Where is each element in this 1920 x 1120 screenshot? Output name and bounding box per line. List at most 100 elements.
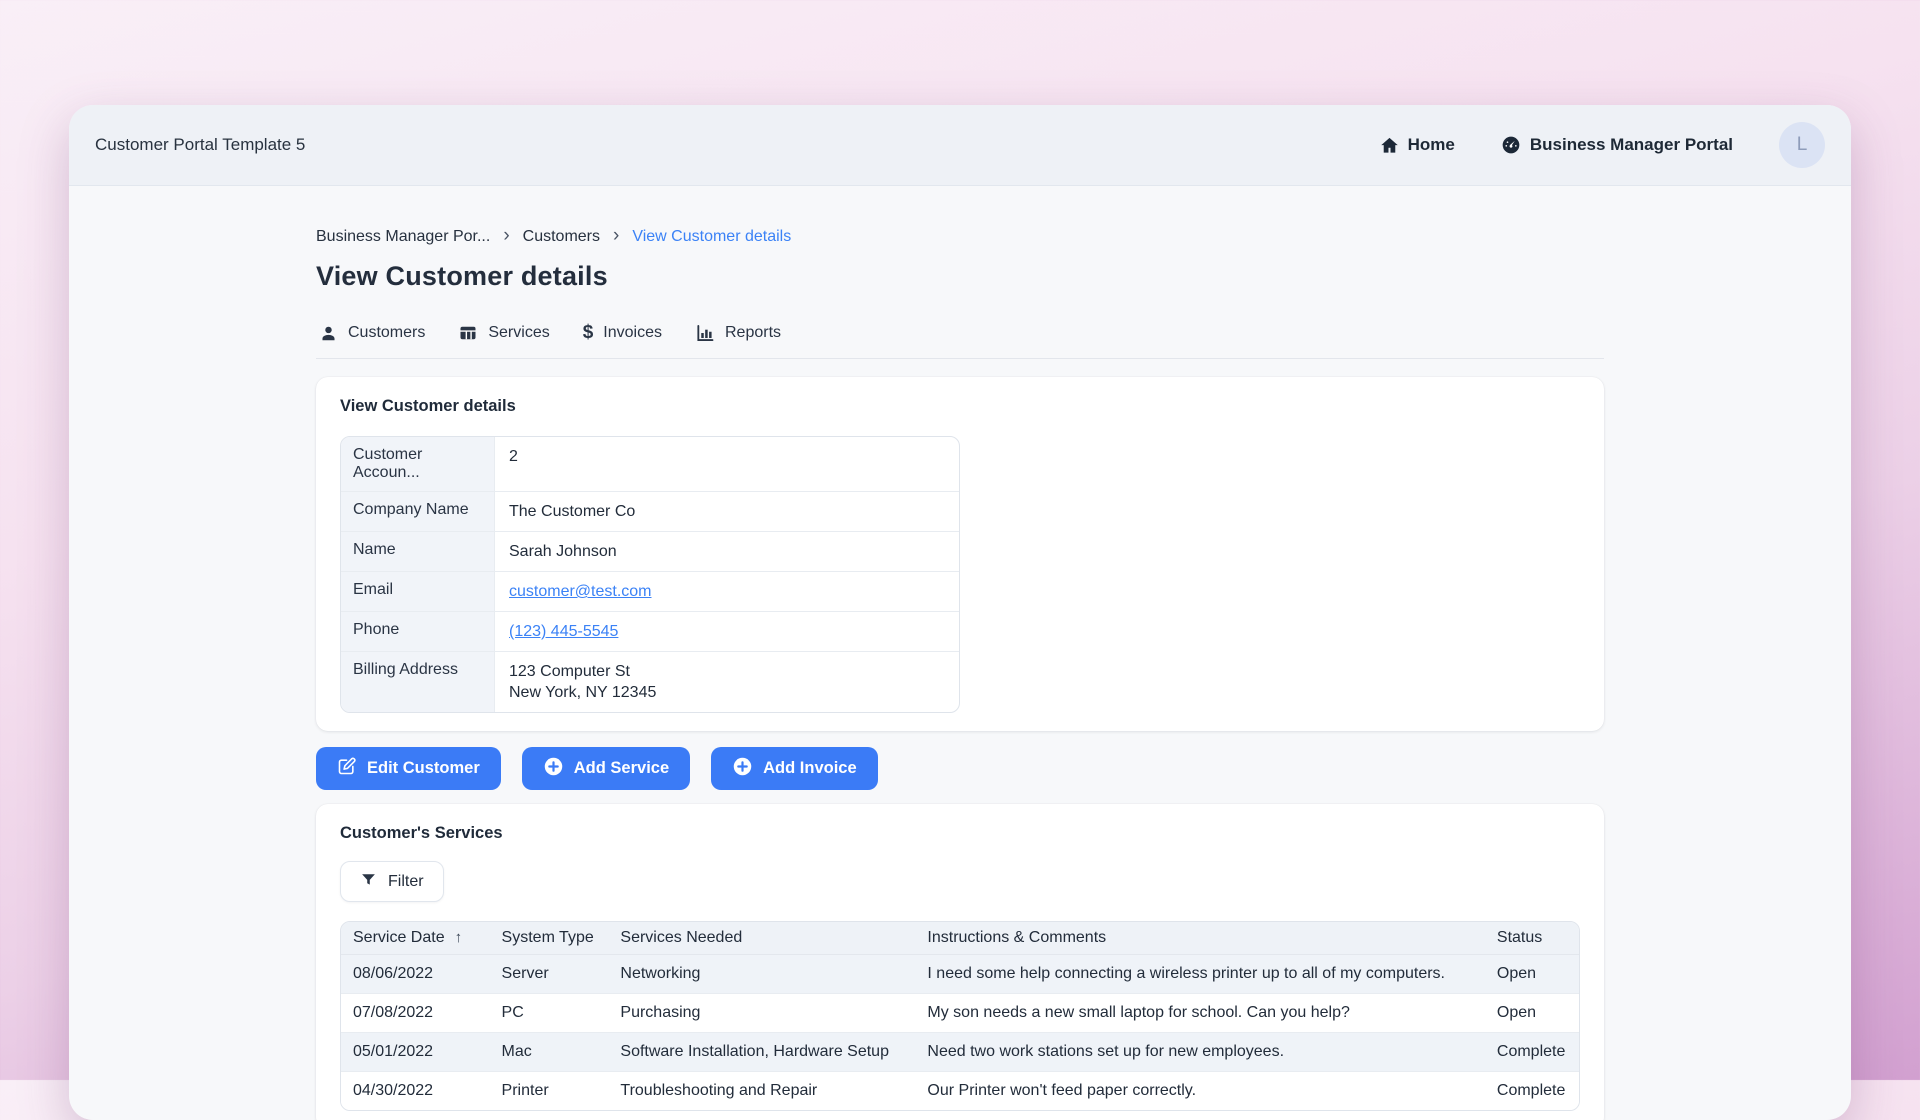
details-value: 2 (495, 437, 959, 491)
service-cell: Need two work stations set up for new em… (915, 1032, 1484, 1071)
details-row: Billing Address 123 Computer StNew York,… (341, 652, 959, 712)
details-label: Email (341, 572, 495, 611)
details-label: Phone (341, 612, 495, 651)
filter-button-label: Filter (388, 873, 424, 891)
nav-home-label: Home (1408, 135, 1455, 155)
details-row: Customer Accoun... 2 (341, 437, 959, 492)
service-cell: Troubleshooting and Repair (608, 1071, 915, 1110)
add-service-label: Add Service (574, 759, 669, 778)
details-value: (123) 445-5545 (495, 612, 959, 651)
details-value: customer@test.com (495, 572, 959, 611)
tab-reports-label: Reports (725, 324, 781, 342)
details-row: Name Sarah Johnson (341, 532, 959, 572)
plus-circle-icon (543, 756, 564, 782)
nav-home[interactable]: Home (1380, 135, 1455, 155)
edit-customer-button[interactable]: Edit Customer (316, 747, 501, 790)
customer-services-card-title: Customer's Services (340, 824, 1580, 843)
tab-customers[interactable]: Customers (316, 314, 428, 358)
customer-services-card: Customer's Services Filter Service Date↑… (316, 804, 1604, 1120)
app-title: Customer Portal Template 5 (95, 135, 305, 155)
app-header: Customer Portal Template 5 Home Business… (69, 105, 1851, 186)
add-service-button[interactable]: Add Service (522, 747, 690, 790)
service-cell: PC (490, 993, 609, 1032)
avatar[interactable]: L (1779, 122, 1825, 168)
tab-services-label: Services (488, 324, 549, 342)
service-cell: Complete (1485, 1032, 1579, 1071)
home-icon (1380, 136, 1399, 155)
app-window: Customer Portal Template 5 Home Business… (69, 105, 1851, 1120)
email-link[interactable]: customer@test.com (509, 583, 652, 600)
details-value: 123 Computer StNew York, NY 12345 (495, 652, 959, 712)
tab-customers-label: Customers (348, 324, 425, 342)
gauge-icon (1501, 135, 1521, 155)
column-header[interactable]: Instructions & Comments (915, 922, 1484, 954)
customer-details-card-title: View Customer details (340, 397, 1580, 416)
details-label: Billing Address (341, 652, 495, 712)
details-row: Company Name The Customer Co (341, 492, 959, 532)
avatar-initial: L (1797, 134, 1808, 156)
add-invoice-label: Add Invoice (763, 759, 857, 778)
main-content: Business Manager Por... › Customers › View C… (316, 186, 1604, 1120)
column-header[interactable]: Service Date↑ (341, 922, 490, 954)
service-cell: Software Installation, Hardware Setup (608, 1032, 915, 1071)
service-cell: Server (490, 954, 609, 993)
services-table-header-row: Service Date↑System TypeServices NeededI… (341, 922, 1579, 954)
column-header[interactable]: Status (1485, 922, 1579, 954)
service-cell: 07/08/2022 (341, 993, 490, 1032)
breadcrumb-item[interactable]: Business Manager Por... (316, 228, 490, 246)
breadcrumb-separator-icon: › (613, 226, 619, 247)
services-table-body: 08/06/2022ServerNetworkingI need some he… (341, 954, 1579, 1110)
add-invoice-button[interactable]: Add Invoice (711, 747, 878, 790)
action-buttons: Edit Customer Add Service Add Invoice (316, 747, 1604, 790)
breadcrumb: Business Manager Por... › Customers › View C… (316, 226, 1604, 247)
service-cell: 04/30/2022 (341, 1071, 490, 1110)
dollar-icon: $ (583, 322, 594, 344)
breadcrumb-item[interactable]: Customers (523, 228, 600, 246)
column-header[interactable]: System Type (490, 922, 609, 954)
details-row: Phone (123) 445-5545 (341, 612, 959, 652)
edit-customer-label: Edit Customer (367, 759, 480, 778)
services-table-wrap: Service Date↑System TypeServices NeededI… (340, 921, 1580, 1111)
service-row[interactable]: 04/30/2022PrinterTroubleshooting and Rep… (341, 1071, 1579, 1110)
phone-link[interactable]: (123) 445-5545 (509, 623, 618, 640)
service-row[interactable]: 07/08/2022PCPurchasingMy son needs a new… (341, 993, 1579, 1032)
tab-bar: Customers Services $ Invoices Reports (316, 314, 1604, 359)
service-cell: My son needs a new small laptop for scho… (915, 993, 1484, 1032)
service-cell: Our Printer won't feed paper correctly. (915, 1071, 1484, 1110)
nav-business-manager-portal-label: Business Manager Portal (1530, 135, 1733, 155)
sort-asc-icon: ↑ (455, 929, 463, 946)
breadcrumb-separator-icon: › (503, 226, 509, 247)
service-cell: 05/01/2022 (341, 1032, 490, 1071)
details-row: Email customer@test.com (341, 572, 959, 612)
service-cell: Complete (1485, 1071, 1579, 1110)
services-table: Service Date↑System TypeServices NeededI… (341, 922, 1579, 1110)
details-value: Sarah Johnson (495, 532, 959, 571)
service-cell: Open (1485, 993, 1579, 1032)
table-icon (458, 323, 478, 343)
nav-business-manager-portal[interactable]: Business Manager Portal (1501, 135, 1733, 155)
details-label: Company Name (341, 492, 495, 531)
tab-services[interactable]: Services (455, 314, 552, 358)
tab-invoices[interactable]: $ Invoices (580, 314, 665, 358)
service-cell: I need some help connecting a wireless p… (915, 954, 1484, 993)
header-nav: Home Business Manager Portal L (1380, 122, 1825, 168)
service-cell: Printer (490, 1071, 609, 1110)
service-cell: Mac (490, 1032, 609, 1071)
tab-reports[interactable]: Reports (692, 314, 784, 358)
service-cell: Open (1485, 954, 1579, 993)
page-title: View Customer details (316, 261, 1604, 292)
breadcrumb-item[interactable]: View Customer details (632, 228, 791, 246)
filter-button[interactable]: Filter (340, 861, 444, 902)
service-cell: Purchasing (608, 993, 915, 1032)
person-icon (319, 324, 338, 343)
customer-details-table: Customer Accoun... 2 Company Name The Cu… (340, 436, 960, 713)
tab-invoices-label: Invoices (603, 324, 662, 342)
service-row[interactable]: 05/01/2022MacSoftware Installation, Hard… (341, 1032, 1579, 1071)
bar-chart-icon (695, 323, 715, 343)
service-row[interactable]: 08/06/2022ServerNetworkingI need some he… (341, 954, 1579, 993)
plus-circle-icon (732, 756, 753, 782)
service-cell: Networking (608, 954, 915, 993)
column-header[interactable]: Services Needed (608, 922, 915, 954)
edit-icon (337, 756, 357, 781)
details-label: Customer Accoun... (341, 437, 495, 491)
